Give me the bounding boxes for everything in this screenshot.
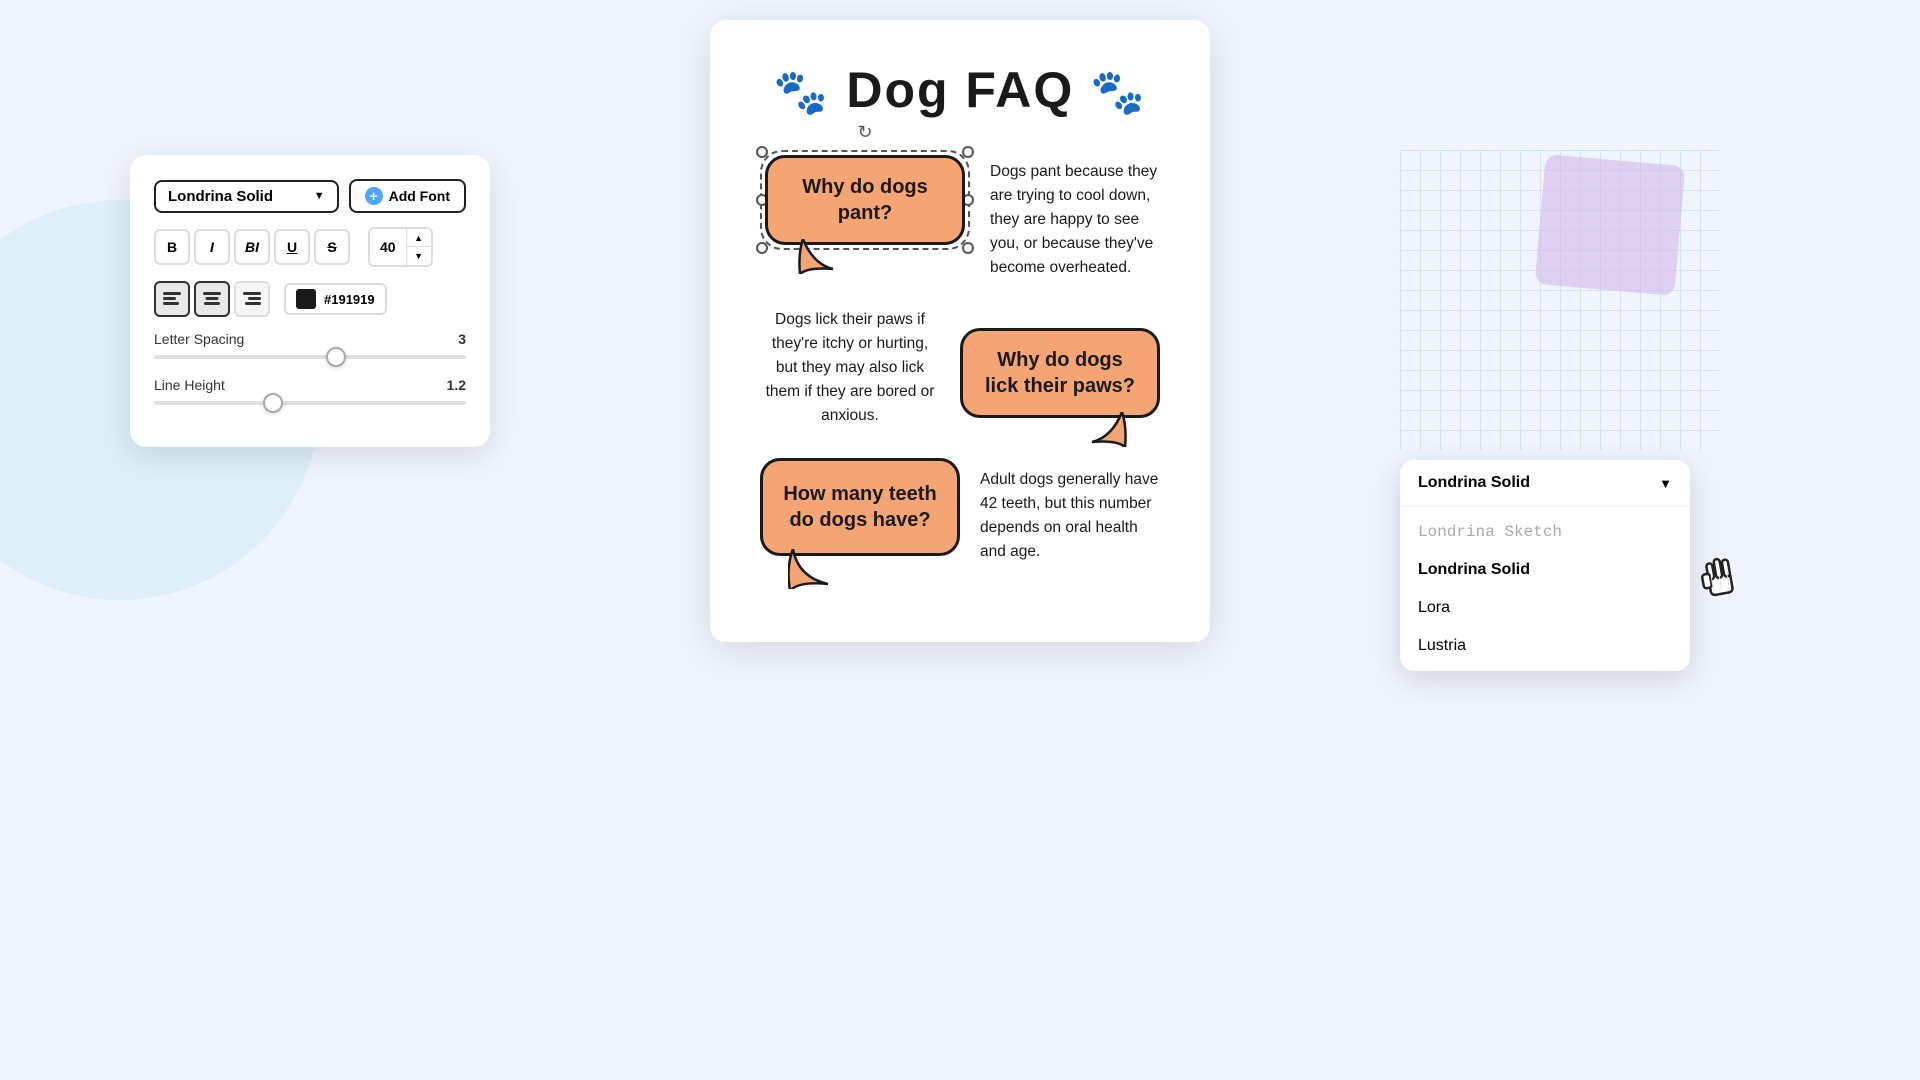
selection-handle-tr[interactable]	[962, 146, 974, 158]
line-height-label: Line Height	[154, 377, 225, 393]
bubble-tail-1	[798, 239, 848, 274]
dropdown-header[interactable]: Londrina Solid ▼	[1400, 460, 1690, 507]
align-buttons-group	[154, 281, 270, 317]
color-hex-value: #191919	[324, 292, 375, 307]
faq-bubble-wrapper-1: ↻ Why do dogs pant?	[760, 150, 970, 250]
line-height-value: 1.2	[447, 377, 466, 393]
selection-handle-bl[interactable]	[756, 242, 768, 254]
faq-bubble-selected-wrapper[interactable]: ↻ Why do dogs pant?	[760, 150, 970, 250]
paw-icon-right: 🐾	[1090, 68, 1147, 117]
speech-bubble-3[interactable]: How many teeth do dogs have?	[760, 458, 960, 556]
hand-cursor-svg	[1688, 546, 1748, 606]
font-option-lora: Lora	[1418, 599, 1450, 616]
letter-spacing-value: 3	[458, 331, 466, 347]
line-height-thumb[interactable]	[263, 393, 283, 413]
bold-button[interactable]: B	[154, 229, 190, 265]
speech-bubble-text-2: Why do dogs lick their paws?	[983, 347, 1137, 399]
rotate-handle[interactable]: ↻	[857, 122, 872, 143]
speech-bubble-1[interactable]: Why do dogs pant?	[765, 155, 965, 245]
infographic-container: 🐾 Dog FAQ 🐾 ↻	[710, 20, 1210, 642]
paw-icon-left: 🐾	[773, 68, 830, 117]
color-picker-button[interactable]: #191919	[284, 283, 387, 315]
letter-spacing-control: Letter Spacing 3	[154, 331, 466, 359]
format-buttons-group: B I BI U S	[154, 229, 350, 265]
faq-row-1: ↻ Why do dogs pant?	[760, 150, 1160, 280]
plus-icon: +	[365, 187, 383, 205]
dropdown-selected-font: Londrina Solid	[1418, 474, 1530, 492]
add-font-label: Add Font	[389, 188, 450, 204]
font-option-londrina-sketch: Londrina Sketch	[1418, 523, 1562, 541]
font-option-londrina-solid: Londrina Solid	[1418, 561, 1530, 578]
dropdown-item-londrina-solid[interactable]: Londrina Solid	[1400, 551, 1690, 589]
bubble-tail-3	[788, 549, 848, 589]
font-option-lustria: Lustria	[1418, 637, 1466, 654]
align-right-button[interactable]	[234, 281, 270, 317]
font-size-value: 40	[370, 237, 406, 257]
line-height-track[interactable]	[154, 401, 466, 405]
font-size-control: 40 ▲ ▼	[368, 227, 433, 267]
align-left-button[interactable]	[154, 281, 190, 317]
color-swatch	[296, 289, 316, 309]
letter-spacing-label: Letter Spacing	[154, 331, 244, 347]
letter-spacing-thumb[interactable]	[326, 347, 346, 367]
faq-row-3: How many teeth do dogs have? Adult dogs …	[760, 458, 1160, 564]
font-selector-label: Londrina Solid	[168, 188, 273, 205]
font-selector[interactable]: Londrina Solid ▼	[154, 180, 339, 213]
faq-answer-1: Dogs pant because they are trying to coo…	[990, 150, 1160, 280]
font-selector-chevron: ▼	[314, 190, 325, 202]
font-dropdown-panel: Londrina Solid ▼ Londrina Sketch Londrin…	[1400, 460, 1690, 671]
font-size-arrows: ▲ ▼	[406, 229, 431, 265]
font-size-down-button[interactable]: ▼	[407, 247, 431, 265]
align-left-icon	[163, 292, 181, 306]
speech-bubble-2[interactable]: Why do dogs lick their paws?	[960, 328, 1160, 418]
dropdown-item-lora[interactable]: Lora	[1400, 589, 1690, 627]
underline-button[interactable]: U	[274, 229, 310, 265]
faq-row-2: Why do dogs lick their paws? Dogs lick t…	[760, 308, 1160, 428]
speech-bubble-text-3: How many teeth do dogs have?	[781, 481, 939, 533]
infographic-title-text: Dog FAQ	[846, 62, 1090, 118]
faq-answer-2: Dogs lick their paws if they're itchy or…	[760, 308, 940, 428]
line-height-control: Line Height 1.2	[154, 377, 466, 405]
font-size-up-button[interactable]: ▲	[407, 229, 431, 247]
faq-bubble-wrapper-3: How many teeth do dogs have?	[760, 458, 960, 556]
infographic-title: 🐾 Dog FAQ 🐾	[760, 60, 1160, 120]
faq-answer-3: Adult dogs generally have 42 teeth, but …	[980, 458, 1160, 564]
selection-handle-br[interactable]	[962, 242, 974, 254]
text-formatting-panel: Londrina Solid ▼ + Add Font B I BI U S 4…	[130, 155, 490, 447]
add-font-button[interactable]: + Add Font	[349, 179, 466, 213]
bold-italic-button[interactable]: BI	[234, 229, 270, 265]
faq-bubble-wrapper-2: Why do dogs lick their paws?	[960, 328, 1160, 418]
strikethrough-button[interactable]: S	[314, 229, 350, 265]
letter-spacing-track[interactable]	[154, 355, 466, 359]
dropdown-item-lustria[interactable]: Lustria	[1400, 627, 1690, 665]
dropdown-chevron-icon: ▼	[1659, 476, 1672, 491]
selection-handle-tl[interactable]	[756, 146, 768, 158]
speech-bubble-text-1: Why do dogs pant?	[788, 174, 942, 226]
bubble-tail-2	[1077, 412, 1127, 447]
cursor-hand-icon	[1688, 546, 1750, 615]
align-center-button[interactable]	[194, 281, 230, 317]
align-center-icon	[203, 292, 221, 306]
dropdown-list: Londrina Sketch Londrina Solid Lora Lust…	[1400, 507, 1690, 671]
italic-button[interactable]: I	[194, 229, 230, 265]
infographic-card: 🐾 Dog FAQ 🐾 ↻	[710, 20, 1210, 642]
dropdown-item-londrina-sketch[interactable]: Londrina Sketch	[1400, 513, 1690, 551]
bg-decoration-rect	[1535, 154, 1686, 296]
align-right-icon	[243, 292, 261, 306]
